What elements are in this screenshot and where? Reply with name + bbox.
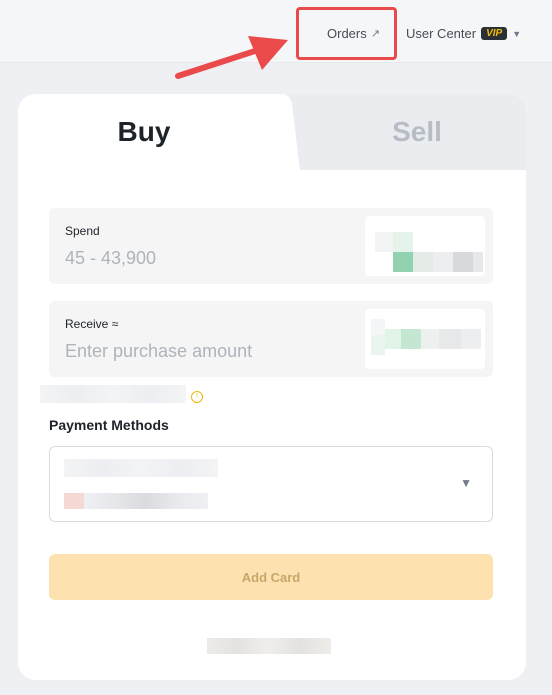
chevron-down-icon: ▼ bbox=[512, 28, 522, 39]
blurred-footer-text bbox=[207, 638, 331, 654]
vip-badge: VIP bbox=[481, 27, 508, 40]
info-icon[interactable]: ! bbox=[191, 391, 203, 403]
chevron-down-icon: ▼ bbox=[460, 476, 472, 490]
blurred-payment-name bbox=[64, 459, 218, 477]
blurred-info-text bbox=[40, 385, 186, 403]
tab-buy[interactable]: Buy bbox=[18, 94, 270, 170]
annotation-highlight-box bbox=[296, 7, 397, 60]
user-center-label: User Center bbox=[406, 26, 477, 41]
payment-methods-label: Payment Methods bbox=[49, 417, 169, 433]
tab-sell[interactable]: Sell bbox=[308, 94, 526, 170]
crypto-currency-selector[interactable] bbox=[365, 309, 485, 369]
receive-label: Receive ≈ bbox=[65, 317, 119, 331]
trade-card: Buy Sell Spend Receive ≈ ! bbox=[18, 94, 526, 680]
receive-input[interactable] bbox=[65, 341, 355, 362]
annotation-arrow-icon bbox=[175, 36, 288, 79]
spend-input[interactable] bbox=[65, 248, 355, 269]
user-center-menu[interactable]: User Center VIP ▼ bbox=[406, 26, 521, 41]
spend-label: Spend bbox=[65, 224, 100, 238]
blurred-payment-detail bbox=[84, 493, 208, 509]
tab-divider-curve bbox=[270, 94, 300, 170]
spend-field: Spend bbox=[49, 208, 493, 284]
fiat-currency-selector[interactable] bbox=[365, 216, 485, 276]
blurred-payment-logo bbox=[64, 493, 84, 509]
payment-method-dropdown[interactable]: ▼ bbox=[49, 446, 493, 522]
add-card-button[interactable]: Add Card bbox=[49, 554, 493, 600]
receive-field: Receive ≈ bbox=[49, 301, 493, 377]
